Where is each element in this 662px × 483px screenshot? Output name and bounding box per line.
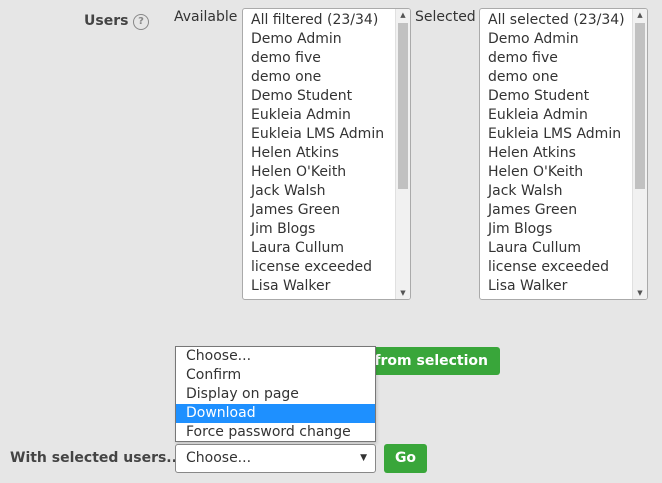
- available-users-items: All filtered (23/34) Demo Admin demo fiv…: [251, 11, 394, 296]
- list-item[interactable]: Jim Blogs: [488, 220, 631, 239]
- question-circle-icon[interactable]: ?: [133, 14, 149, 30]
- list-item[interactable]: demo five: [488, 49, 631, 68]
- scroll-up-arrow-icon[interactable]: ▲: [633, 9, 647, 21]
- available-users-listbox[interactable]: All filtered (23/34) Demo Admin demo fiv…: [242, 8, 411, 300]
- with-selected-users-label: With selected users...: [10, 450, 183, 466]
- dropdown-option-download[interactable]: Download: [176, 404, 375, 423]
- remove-from-selection-label: e from selection: [360, 353, 488, 369]
- caret-down-icon: ▼: [360, 453, 367, 463]
- scroll-down-arrow-icon[interactable]: ▼: [396, 287, 410, 299]
- list-item[interactable]: Jim Blogs: [251, 220, 394, 239]
- list-item[interactable]: James Green: [488, 201, 631, 220]
- dropdown-option-display-on-page[interactable]: Display on page: [176, 385, 375, 404]
- scroll-thumb[interactable]: [635, 23, 645, 189]
- selected-scrollbar[interactable]: ▲ ▼: [632, 9, 647, 299]
- list-item[interactable]: license exceeded: [251, 258, 394, 277]
- list-item[interactable]: Lisa Walker: [488, 277, 631, 296]
- list-item[interactable]: Helen Atkins: [488, 144, 631, 163]
- selected-users-items: All selected (23/34) Demo Admin demo fiv…: [488, 11, 631, 296]
- list-item[interactable]: Helen O'Keith: [251, 163, 394, 182]
- list-item[interactable]: Lisa Walker: [251, 277, 394, 296]
- list-item[interactable]: James Green: [251, 201, 394, 220]
- list-item[interactable]: Demo Admin: [251, 30, 394, 49]
- list-item[interactable]: license exceeded: [488, 258, 631, 277]
- go-button[interactable]: Go: [384, 444, 427, 473]
- bulk-action-dropdown-list[interactable]: Choose... Confirm Display on page Downlo…: [175, 346, 376, 442]
- list-item[interactable]: demo one: [251, 68, 394, 87]
- list-item[interactable]: Demo Student: [488, 87, 631, 106]
- list-item[interactable]: Helen O'Keith: [488, 163, 631, 182]
- dropdown-option-choose[interactable]: Choose...: [176, 347, 375, 366]
- scroll-down-arrow-icon[interactable]: ▼: [633, 287, 647, 299]
- dropdown-option-force-password-change[interactable]: Force password change: [176, 423, 375, 442]
- list-item[interactable]: All selected (23/34): [488, 11, 631, 30]
- scroll-thumb[interactable]: [398, 23, 408, 189]
- list-item[interactable]: Eukleia LMS Admin: [251, 125, 394, 144]
- list-item[interactable]: Helen Atkins: [251, 144, 394, 163]
- list-item[interactable]: Jack Walsh: [251, 182, 394, 201]
- list-item[interactable]: Eukleia Admin: [488, 106, 631, 125]
- list-item[interactable]: All filtered (23/34): [251, 11, 394, 30]
- scroll-up-arrow-icon[interactable]: ▲: [396, 9, 410, 21]
- available-scrollbar[interactable]: ▲ ▼: [395, 9, 410, 299]
- selected-label: Selected: [415, 9, 476, 25]
- available-label: Available: [174, 9, 238, 25]
- list-item[interactable]: Jack Walsh: [488, 182, 631, 201]
- list-item[interactable]: Eukleia Admin: [251, 106, 394, 125]
- list-item[interactable]: demo one: [488, 68, 631, 87]
- list-item[interactable]: Demo Admin: [488, 30, 631, 49]
- list-item[interactable]: Laura Cullum: [251, 239, 394, 258]
- list-item[interactable]: Demo Student: [251, 87, 394, 106]
- bulk-action-select-value: Choose...: [186, 450, 252, 466]
- users-label: Users: [84, 13, 129, 29]
- bulk-action-select[interactable]: Choose... ▼: [175, 444, 376, 473]
- selected-users-listbox[interactable]: All selected (23/34) Demo Admin demo fiv…: [479, 8, 648, 300]
- dropdown-option-confirm[interactable]: Confirm: [176, 366, 375, 385]
- list-item[interactable]: demo five: [251, 49, 394, 68]
- list-item[interactable]: Laura Cullum: [488, 239, 631, 258]
- list-item[interactable]: Eukleia LMS Admin: [488, 125, 631, 144]
